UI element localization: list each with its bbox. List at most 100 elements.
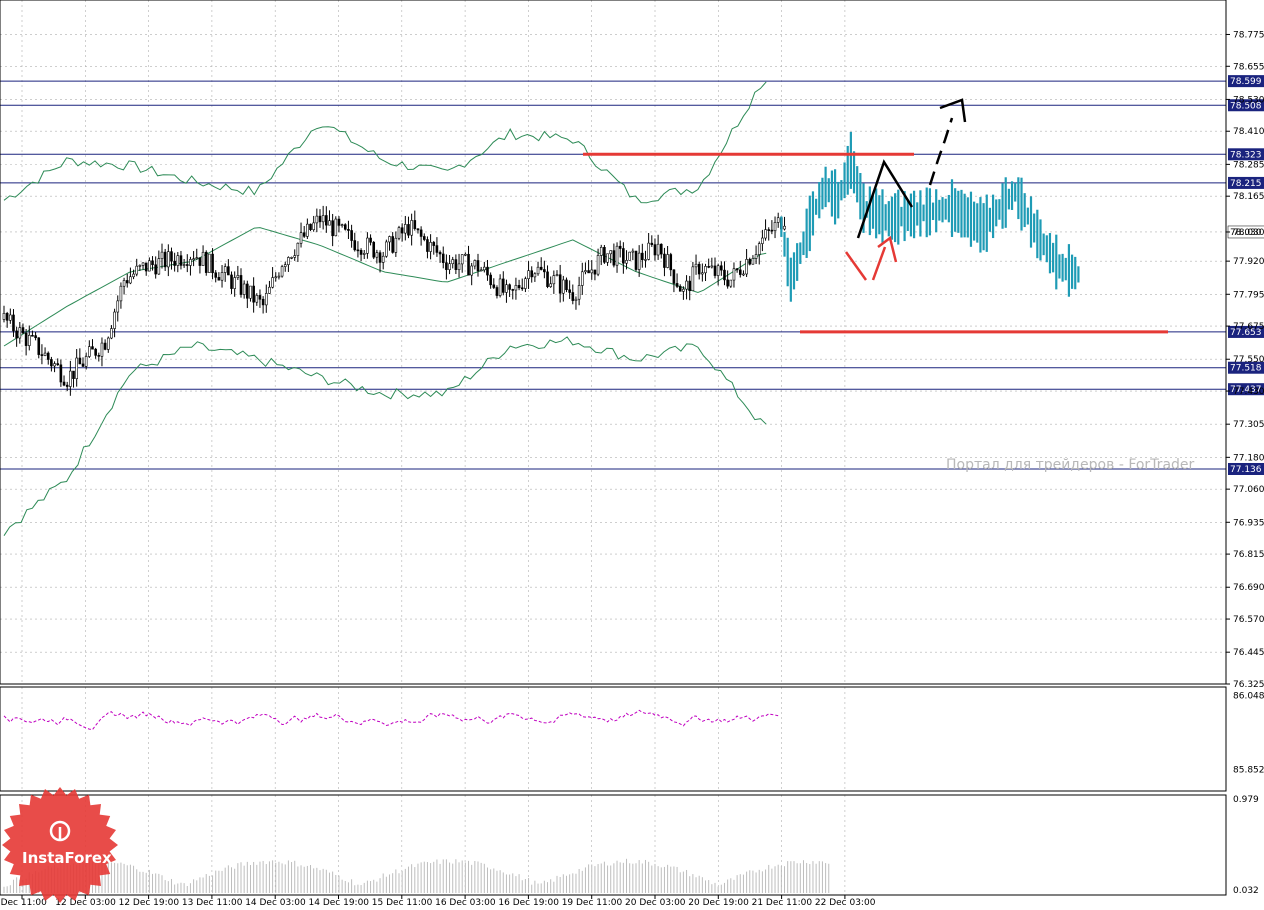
- candle-body: [429, 242, 432, 252]
- candle-body: [688, 280, 692, 292]
- bollinger-lower: [3, 336, 767, 536]
- candle-body: [460, 254, 464, 265]
- candle-body: [524, 278, 527, 289]
- candle-body: [220, 272, 224, 281]
- candle-body: [119, 285, 123, 302]
- candle-body: [441, 253, 445, 263]
- candle-body: [56, 363, 60, 366]
- candle-body: [723, 269, 726, 281]
- candle-body: [571, 292, 575, 301]
- candle-body: [489, 274, 492, 286]
- level-label: 77.136: [1230, 465, 1262, 475]
- candle-body: [122, 280, 126, 287]
- candle-body: [637, 252, 641, 270]
- candle-body: [268, 286, 271, 294]
- bollinger-upper: [3, 81, 767, 204]
- candle-body: [422, 236, 426, 240]
- candle-body: [514, 285, 518, 291]
- y-tick-label: 77.180: [1233, 453, 1264, 463]
- y-tick-label: 76.690: [1233, 583, 1264, 593]
- candle-body: [283, 264, 287, 267]
- candle-body: [675, 283, 679, 287]
- candle-body: [536, 266, 540, 275]
- candle-body: [552, 275, 556, 285]
- logo-badge: [2, 787, 118, 903]
- candle-body: [255, 295, 259, 303]
- arrow-red-down: [844, 251, 868, 281]
- candle-body: [454, 259, 458, 270]
- candle-body: [84, 356, 88, 367]
- y-tick-label: 78.285: [1233, 160, 1264, 170]
- candle-body: [685, 280, 688, 290]
- candle-body: [195, 257, 199, 259]
- candle-body: [9, 314, 12, 321]
- candle-body: [381, 255, 385, 263]
- candle-body: [132, 273, 135, 278]
- candle-body: [483, 266, 486, 271]
- candle-body: [40, 354, 44, 356]
- candle-body: [558, 274, 562, 294]
- x-tick-label: 16 Dec 03:00: [435, 898, 496, 906]
- candle-body: [15, 330, 18, 339]
- candle-body: [631, 250, 635, 253]
- candle-body: [144, 262, 148, 272]
- candle-body: [233, 277, 236, 289]
- candle-body: [246, 283, 249, 299]
- candle-body: [606, 253, 609, 263]
- candle-body: [694, 263, 698, 268]
- candle-body: [100, 342, 104, 357]
- candle-body: [426, 239, 429, 252]
- candle-body: [125, 280, 129, 284]
- candle-body: [325, 215, 328, 226]
- candle-body: [236, 275, 240, 278]
- candle-body: [599, 247, 603, 256]
- forecast-group: [780, 131, 1080, 302]
- vol-tick-label: 0.032: [1233, 886, 1259, 896]
- candle-body: [141, 262, 145, 266]
- candle-body: [258, 295, 262, 300]
- candle-body: [533, 273, 537, 278]
- candle-body: [650, 242, 654, 245]
- candle-body: [116, 300, 120, 313]
- grid: [0, 0, 1226, 895]
- candle-body: [505, 284, 508, 293]
- candle-body: [173, 260, 176, 266]
- candle-body: [309, 223, 312, 230]
- candle-body: [318, 215, 322, 223]
- candle-body: [707, 266, 710, 268]
- candle-body: [24, 332, 28, 346]
- x-tick-label: 14 Dec 19:00: [309, 898, 370, 906]
- x-tick-label: 13 Dec 11:00: [182, 898, 243, 906]
- candle-body: [154, 264, 157, 275]
- candle-body: [656, 243, 660, 256]
- candle-body: [745, 259, 748, 275]
- candle-body: [697, 263, 701, 275]
- candle-body: [391, 236, 394, 253]
- candle-body: [170, 251, 173, 262]
- candle-body: [274, 276, 278, 279]
- candle-body: [549, 283, 552, 287]
- candle-body: [716, 265, 720, 276]
- candle-body: [176, 255, 180, 266]
- candle-body: [568, 289, 571, 293]
- y-tick-label: 77.305: [1233, 420, 1264, 430]
- candle-body: [438, 252, 442, 255]
- watermark-text: Портал для трейдеров - ForTrader: [946, 457, 1195, 473]
- candle-body: [189, 259, 192, 266]
- candle-body: [701, 272, 704, 275]
- arrow-red-up: [871, 246, 887, 281]
- candle-body: [211, 253, 214, 274]
- candle-body: [672, 269, 676, 284]
- candle-body: [773, 222, 777, 231]
- logo: InstaForex: [2, 787, 118, 903]
- candle-body: [394, 237, 398, 253]
- candle-body: [69, 370, 72, 387]
- candle-body: [761, 237, 764, 244]
- candle-body: [97, 355, 101, 357]
- candle-body: [359, 250, 363, 255]
- candle-body: [27, 334, 31, 346]
- candle-body: [217, 277, 221, 281]
- chart-svg: 78.59978.50878.32378.21577.65377.51877.4…: [0, 0, 1264, 908]
- candle-body: [261, 298, 265, 306]
- y-tick-label: 76.445: [1233, 648, 1264, 658]
